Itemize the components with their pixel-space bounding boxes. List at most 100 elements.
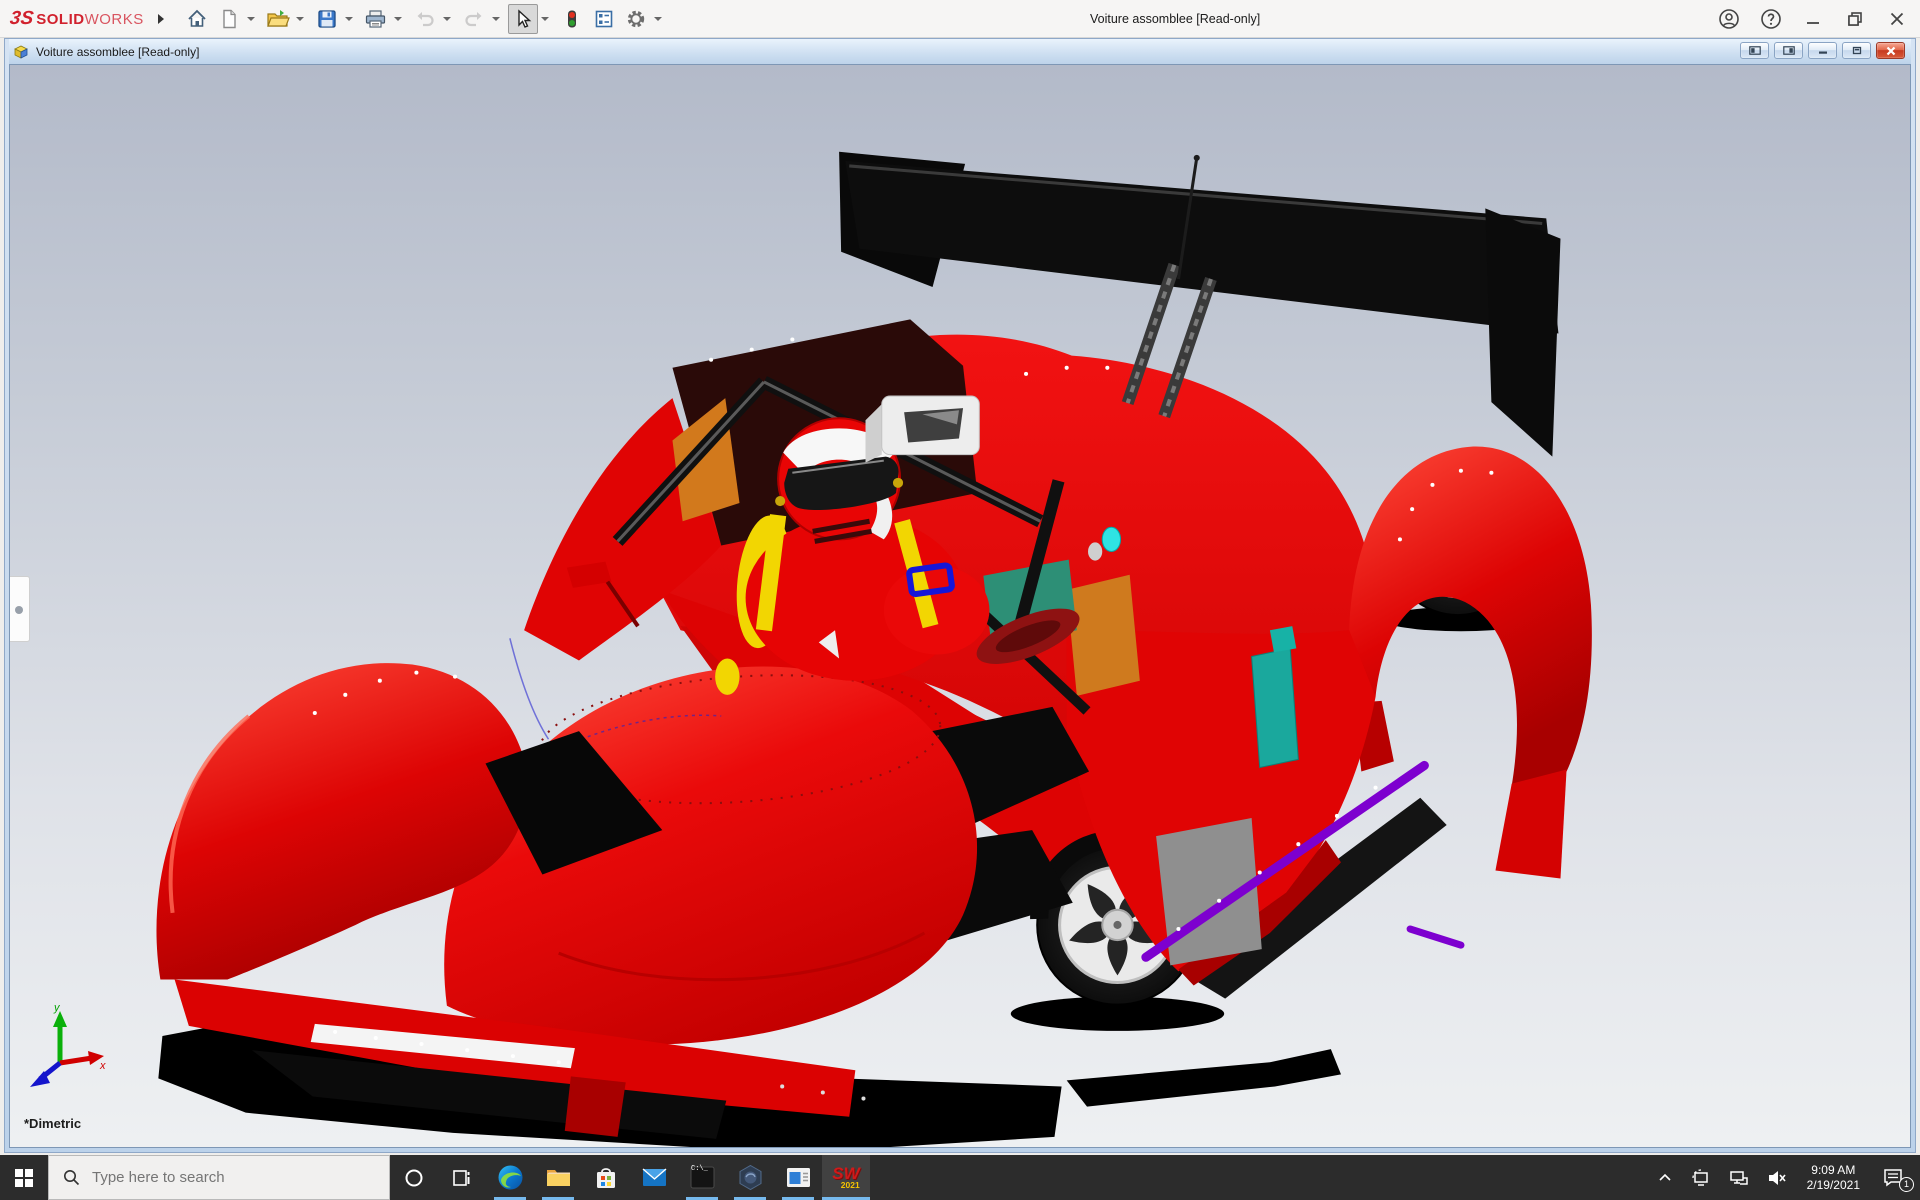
document-window-controls: [1740, 42, 1905, 59]
chevron-up-icon: [1657, 1170, 1673, 1186]
rebuild-button[interactable]: [557, 4, 587, 34]
window-app-icon: [785, 1164, 812, 1191]
doc-restore-button[interactable]: [1842, 42, 1871, 59]
start-button[interactable]: [0, 1155, 48, 1200]
redo-button[interactable]: [459, 4, 489, 34]
volume-muted-icon: [1767, 1169, 1787, 1187]
file-properties-icon: [593, 8, 615, 30]
brand-name-bold: SOLID: [36, 11, 84, 28]
search-input[interactable]: [90, 1168, 350, 1187]
rebuild-traffic-light-icon: [561, 8, 583, 30]
cortana-button[interactable]: [390, 1155, 438, 1200]
undo-icon: [414, 8, 436, 30]
doc-minimize-button[interactable]: [1808, 42, 1837, 59]
new-document-button[interactable]: [214, 4, 244, 34]
tray-chevron-button[interactable]: [1653, 1155, 1677, 1200]
task-view-button[interactable]: [438, 1155, 486, 1200]
orientation-triad: y x: [26, 1001, 110, 1101]
select-dropdown-caret[interactable]: [541, 17, 549, 21]
view-orientation-label: *Dimetric: [24, 1116, 81, 1131]
microsoft-store-icon: [593, 1165, 619, 1191]
save-button[interactable]: [312, 4, 342, 34]
pane-left-button[interactable]: [1740, 42, 1769, 59]
solidworks-logo: 3S SOLID WORKS: [10, 8, 144, 30]
cortana-icon: [404, 1168, 424, 1188]
rear-fender[interactable]: [1349, 446, 1592, 878]
windows-logo-icon: [15, 1169, 33, 1187]
3d-model-race-car[interactable]: [10, 65, 1910, 1147]
pane-right-button[interactable]: [1774, 42, 1803, 59]
file-properties-button[interactable]: [589, 4, 619, 34]
command-prompt-glyph: C:\_: [691, 1165, 708, 1173]
tray-network-button[interactable]: [1725, 1155, 1753, 1200]
taskbar-app-microsoft-store[interactable]: [582, 1155, 630, 1200]
options-gear-icon: [625, 8, 647, 30]
cyan-button: [1102, 527, 1120, 551]
triad-x-label: x: [99, 1060, 106, 1072]
taskbar-search[interactable]: [48, 1155, 390, 1200]
solidworks-taskbar-year: 2021: [841, 1181, 860, 1189]
minimize-button[interactable]: [1800, 6, 1826, 32]
print-dropdown-caret[interactable]: [394, 17, 402, 21]
solidworks-app: 3S SOLID WORKS: [0, 0, 1920, 1200]
home-button[interactable]: [182, 4, 212, 34]
menu-flyout-arrow-icon[interactable]: [158, 14, 164, 24]
search-icon: [63, 1169, 80, 1186]
dassault-3ds-logo-glyph: 3S: [8, 8, 34, 30]
open-button[interactable]: [263, 4, 293, 34]
graphics-viewport[interactable]: y x *Dimetric: [9, 64, 1911, 1148]
options-dropdown-caret[interactable]: [654, 17, 662, 21]
select-cursor-icon: [512, 8, 534, 30]
close-icon: [1886, 8, 1908, 30]
print-button[interactable]: [361, 4, 391, 34]
system-tray: 9:09 AM 2/19/2021 1: [1653, 1155, 1920, 1200]
windows-taskbar: C:\_ SW 2021: [0, 1155, 1920, 1200]
app-title: Voiture assomblee [Read-only]: [1090, 0, 1260, 38]
cast-display-icon: [1691, 1169, 1711, 1187]
clock-time: 9:09 AM: [1811, 1163, 1855, 1177]
feature-manager-collapsed-tab[interactable]: [10, 576, 30, 642]
action-center-button[interactable]: 1: [1876, 1155, 1910, 1200]
tray-volume-button[interactable]: [1763, 1155, 1791, 1200]
save-icon: [316, 8, 338, 30]
account-button[interactable]: [1716, 6, 1742, 32]
assembly-document-icon: [13, 44, 30, 60]
taskbar-app-hexagon[interactable]: [726, 1155, 774, 1200]
taskbar-app-solidworks[interactable]: SW 2021: [822, 1155, 870, 1200]
taskbar-app-command-prompt[interactable]: C:\_: [678, 1155, 726, 1200]
pane-right-icon: [1783, 46, 1795, 55]
doc-restore-icon: [1851, 46, 1863, 55]
options-button[interactable]: [621, 4, 651, 34]
new-dropdown-caret[interactable]: [247, 17, 255, 21]
doc-minimize-icon: [1817, 46, 1829, 55]
app-titlebar: 3S SOLID WORKS: [0, 0, 1920, 38]
file-explorer-icon: [545, 1164, 572, 1191]
help-button[interactable]: [1758, 6, 1784, 32]
edge-icon: [497, 1164, 524, 1191]
document-title: Voiture assomblee [Read-only]: [36, 45, 199, 59]
document-titlebar[interactable]: Voiture assomblee [Read-only]: [9, 39, 1911, 64]
taskbar-app-file-explorer[interactable]: [534, 1155, 582, 1200]
tray-clock[interactable]: 9:09 AM 2/19/2021: [1801, 1155, 1866, 1200]
open-dropdown-caret[interactable]: [296, 17, 304, 21]
taskbar-app-edge[interactable]: [486, 1155, 534, 1200]
close-button[interactable]: [1884, 6, 1910, 32]
save-dropdown-caret[interactable]: [345, 17, 353, 21]
document-window: Voiture assomblee [Read-only]: [4, 38, 1916, 1153]
undo-button[interactable]: [410, 4, 440, 34]
undo-dropdown-caret[interactable]: [443, 17, 451, 21]
account-icon: [1717, 7, 1741, 31]
tray-cast-button[interactable]: [1687, 1155, 1715, 1200]
select-button[interactable]: [508, 4, 538, 34]
task-view-icon: [452, 1168, 472, 1188]
new-document-icon: [218, 8, 240, 30]
taskbar-app-mail[interactable]: [630, 1155, 678, 1200]
doc-close-button[interactable]: [1876, 42, 1905, 59]
app-window-controls: [1716, 0, 1910, 38]
taskbar-app-window[interactable]: [774, 1155, 822, 1200]
doc-close-icon: [1885, 46, 1897, 56]
print-icon: [364, 8, 387, 30]
redo-dropdown-caret[interactable]: [492, 17, 500, 21]
clock-date: 2/19/2021: [1807, 1178, 1860, 1192]
restore-button[interactable]: [1842, 6, 1868, 32]
